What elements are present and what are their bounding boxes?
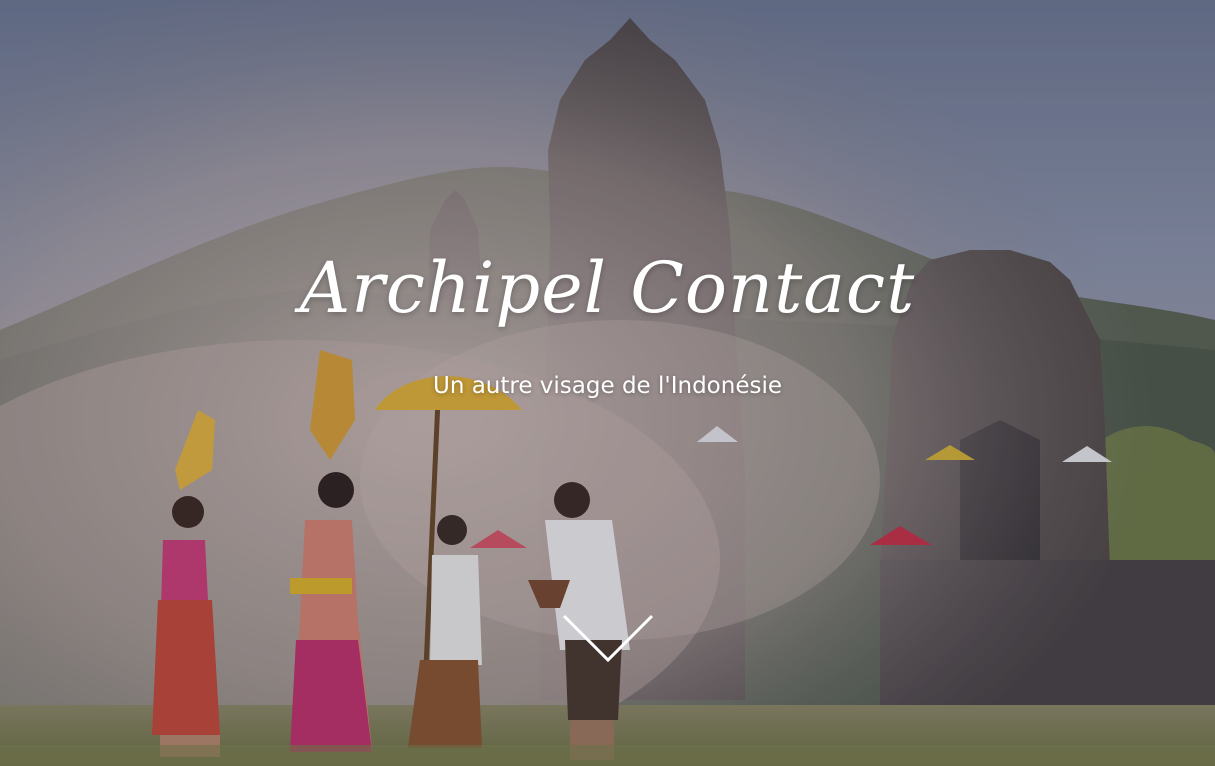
site-title: Archipel Contact [299,247,916,329]
chevron-down-icon [562,614,654,663]
site-tagline: Un autre visage de l'Indonésie [432,373,783,399]
hero-section: Archipel Contact Un autre visage de l'In… [0,0,1215,766]
scroll-down-button[interactable] [560,610,656,666]
